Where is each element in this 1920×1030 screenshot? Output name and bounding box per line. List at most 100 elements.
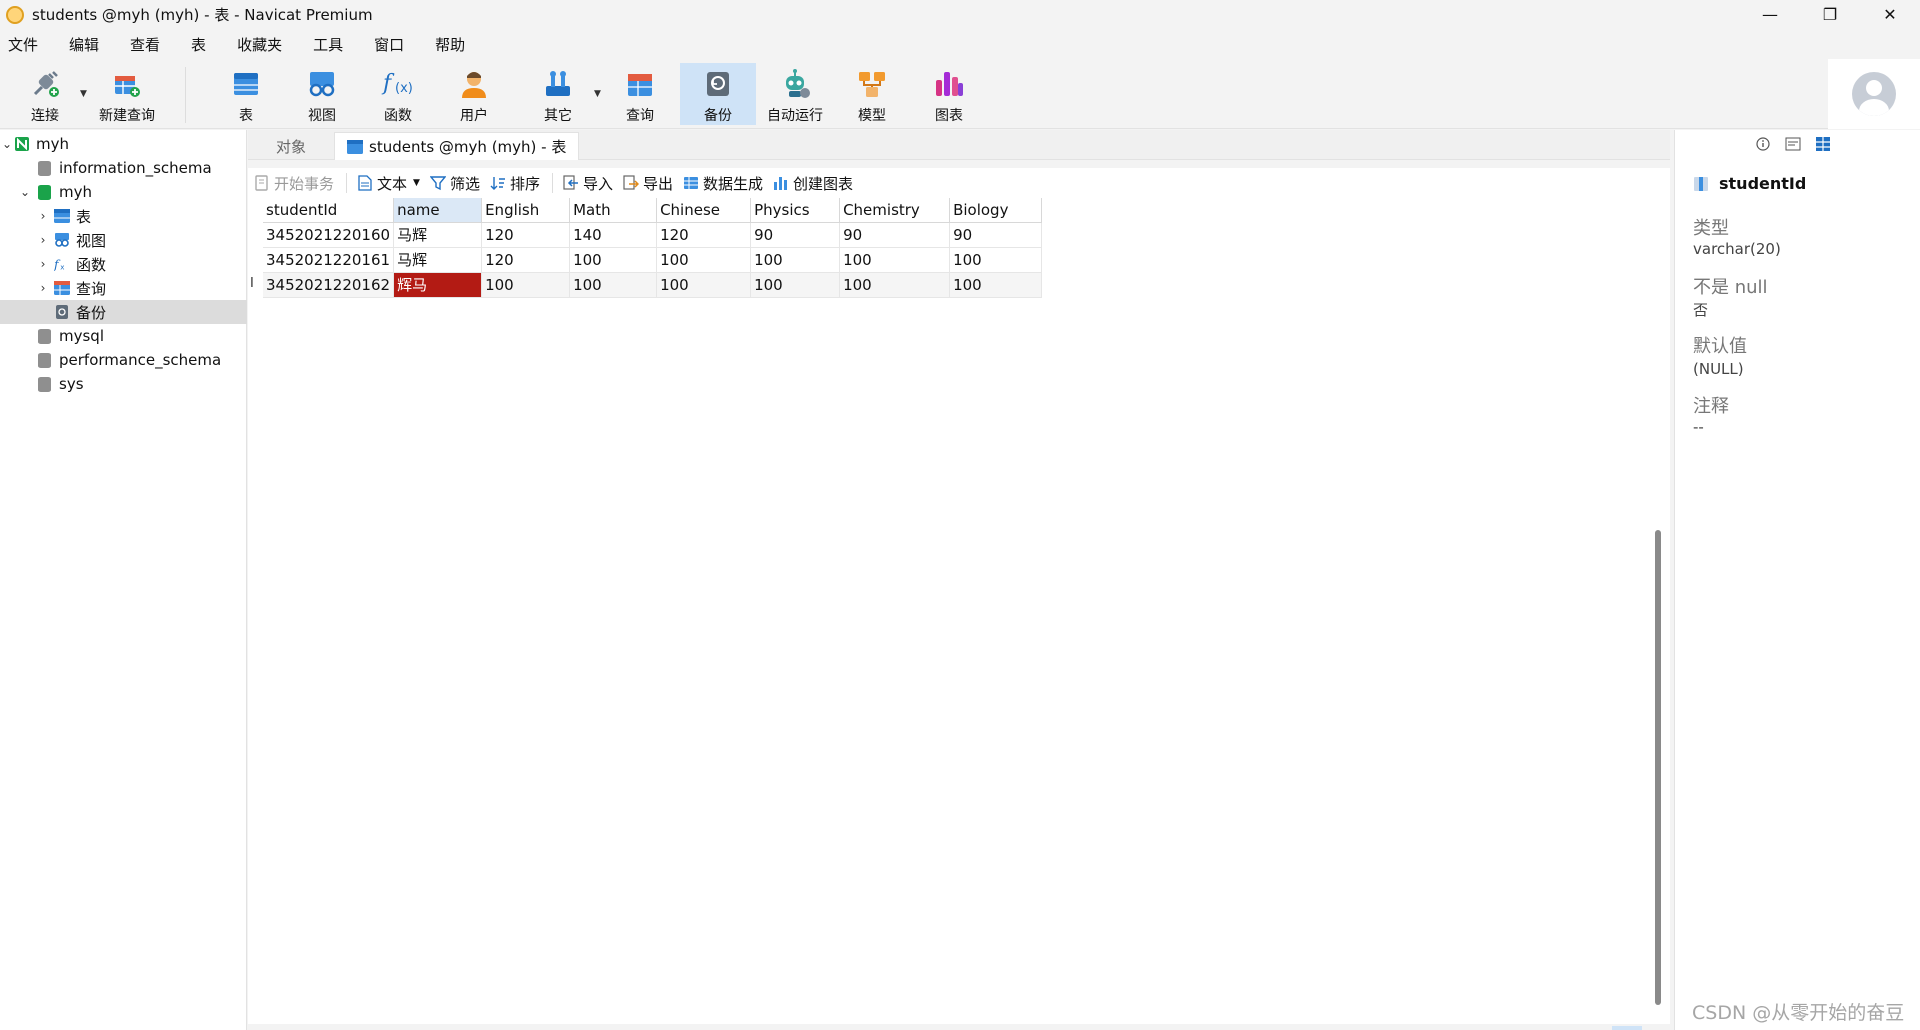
data-generation-label: 数据生成 bbox=[703, 174, 764, 193]
cell-english[interactable]: 120 bbox=[481, 247, 571, 273]
user-button[interactable]: 用户 bbox=[452, 63, 496, 125]
table-row[interactable]: 3452021220160 马辉 120 140 120 90 90 90 bbox=[263, 222, 1043, 248]
sort-button[interactable]: 排序 bbox=[490, 173, 540, 194]
cell-chemistry[interactable]: 100 bbox=[839, 247, 951, 273]
inspector-tabs bbox=[1755, 136, 1831, 152]
column-header-physics[interactable]: Physics bbox=[750, 198, 841, 223]
chevron-down-icon[interactable]: ⌄ bbox=[0, 137, 14, 151]
cell-chinese[interactable]: 120 bbox=[656, 222, 752, 248]
cell-name[interactable]: 马辉 bbox=[393, 222, 483, 248]
tree-node-functions[interactable]: › fx 函数 bbox=[0, 252, 247, 276]
column-header-studentid[interactable]: studentId bbox=[263, 198, 395, 223]
chevron-down-icon[interactable]: ⌄ bbox=[18, 185, 32, 199]
table-button[interactable]: 表 bbox=[224, 63, 268, 125]
menu-favorites[interactable]: 收藏夹 bbox=[229, 34, 297, 55]
cell-physics[interactable]: 90 bbox=[750, 222, 841, 248]
cell-name-editing[interactable]: 辉马 bbox=[393, 272, 483, 298]
export-button[interactable]: 导出 bbox=[623, 173, 673, 194]
menu-edit[interactable]: 编辑 bbox=[61, 34, 114, 55]
import-label: 导入 bbox=[582, 174, 613, 193]
model-button[interactable]: 模型 bbox=[850, 63, 894, 125]
tab-students-table[interactable]: students @myh (myh) - 表 bbox=[334, 132, 580, 160]
menu-window[interactable]: 窗口 bbox=[366, 34, 419, 55]
menu-table[interactable]: 表 bbox=[183, 34, 221, 55]
column-header-chemistry[interactable]: Chemistry bbox=[839, 198, 951, 223]
tree-db-performance-schema[interactable]: performance_schema bbox=[0, 348, 247, 372]
cell-studentid[interactable]: 3452021220160 bbox=[263, 222, 395, 248]
cell-biology[interactable]: 100 bbox=[949, 272, 1043, 298]
function-button[interactable]: f (x) 函数 bbox=[376, 63, 420, 125]
cell-chemistry[interactable]: 90 bbox=[839, 222, 951, 248]
connect-dropdown-icon[interactable]: ▼ bbox=[80, 89, 87, 99]
cell-studentid[interactable]: 3452021220162 bbox=[263, 272, 395, 298]
user-avatar[interactable] bbox=[1828, 59, 1920, 129]
minimize-button[interactable]: — bbox=[1740, 0, 1800, 29]
column-header-english[interactable]: English bbox=[481, 198, 571, 223]
new-query-button[interactable]: 新建查询 bbox=[94, 63, 160, 125]
vertical-scrollbar[interactable] bbox=[1655, 530, 1661, 1005]
other-button[interactable]: 其它 bbox=[536, 63, 580, 125]
query-button[interactable]: 查询 bbox=[618, 63, 662, 125]
cell-studentid[interactable]: 3452021220161 bbox=[263, 247, 395, 273]
cell-biology[interactable]: 90 bbox=[949, 222, 1043, 248]
tree-node-tables[interactable]: › 表 bbox=[0, 204, 247, 228]
chevron-right-icon[interactable]: › bbox=[36, 281, 50, 295]
import-button[interactable]: 导入 bbox=[563, 173, 613, 194]
filter-button[interactable]: 筛选 bbox=[429, 173, 480, 194]
backup-button[interactable]: 备份 bbox=[680, 63, 756, 125]
other-dropdown-icon[interactable]: ▼ bbox=[594, 89, 601, 99]
cell-name[interactable]: 马辉 bbox=[393, 247, 483, 273]
ddl-icon[interactable] bbox=[1785, 136, 1801, 152]
caret-down-icon[interactable]: ▼ bbox=[413, 178, 420, 188]
cell-chemistry[interactable]: 100 bbox=[839, 272, 951, 298]
close-button[interactable]: ✕ bbox=[1860, 0, 1920, 29]
begin-transaction-button[interactable]: 开始事务 bbox=[254, 173, 334, 194]
chevron-right-icon[interactable]: › bbox=[36, 257, 50, 271]
tab-objects[interactable]: 对象 bbox=[264, 132, 318, 160]
column-header-biology[interactable]: Biology bbox=[949, 198, 1043, 223]
cell-physics[interactable]: 100 bbox=[750, 247, 841, 273]
horizontal-scrollbar[interactable] bbox=[1612, 1026, 1642, 1030]
menu-view[interactable]: 查看 bbox=[122, 34, 175, 55]
column-header-name[interactable]: name bbox=[393, 198, 483, 223]
connect-button[interactable]: 连接 bbox=[22, 63, 68, 125]
cell-english[interactable]: 100 bbox=[481, 272, 571, 298]
chevron-right-icon[interactable]: › bbox=[36, 209, 50, 223]
info-icon[interactable] bbox=[1755, 136, 1771, 152]
menu-file[interactable]: 文件 bbox=[0, 34, 53, 55]
tree-node-views[interactable]: › 视图 bbox=[0, 228, 247, 252]
chevron-right-icon[interactable]: › bbox=[36, 233, 50, 247]
table-row-current[interactable]: 3452021220162 辉马 100 100 100 100 100 100 bbox=[263, 272, 1043, 298]
cell-math[interactable]: 100 bbox=[569, 247, 658, 273]
menu-tools[interactable]: 工具 bbox=[305, 34, 358, 55]
field-grid-icon[interactable] bbox=[1815, 136, 1831, 152]
field-name-text: studentId bbox=[1719, 174, 1807, 193]
cell-biology[interactable]: 100 bbox=[949, 247, 1043, 273]
menu-help[interactable]: 帮助 bbox=[427, 34, 480, 55]
data-generation-button[interactable]: 数据生成 bbox=[683, 173, 763, 194]
chart-button[interactable]: 图表 bbox=[927, 63, 971, 125]
view-button[interactable]: 视图 bbox=[300, 63, 344, 125]
column-header-math[interactable]: Math bbox=[569, 198, 658, 223]
tree-db-sys[interactable]: sys bbox=[0, 372, 247, 396]
tree-db-mysql[interactable]: mysql bbox=[0, 324, 247, 348]
column-header-chinese[interactable]: Chinese bbox=[656, 198, 752, 223]
tree-db-information-schema[interactable]: information_schema bbox=[0, 156, 247, 180]
cell-physics[interactable]: 100 bbox=[750, 272, 841, 298]
text-view-button[interactable]: 文本 ▼ bbox=[357, 173, 420, 194]
cell-chinese[interactable]: 100 bbox=[656, 247, 752, 273]
view-glasses-icon bbox=[54, 233, 70, 247]
grid-toolbar: 开始事务 文本 ▼ 筛选 排序 导入 导出 数据生成 创建图表 bbox=[248, 168, 1670, 198]
create-chart-button[interactable]: 创建图表 bbox=[773, 173, 853, 194]
tree-node-queries[interactable]: › 查询 bbox=[0, 276, 247, 300]
cell-english[interactable]: 120 bbox=[481, 222, 571, 248]
restore-button[interactable]: ❐ bbox=[1800, 0, 1860, 29]
tree-node-backups[interactable]: 备份 bbox=[0, 300, 247, 324]
automation-button[interactable]: 自动运行 bbox=[762, 63, 828, 125]
tree-connection-myh[interactable]: ⌄ myh bbox=[0, 132, 247, 156]
cell-chinese[interactable]: 100 bbox=[656, 272, 752, 298]
cell-math[interactable]: 100 bbox=[569, 272, 658, 298]
table-row[interactable]: 3452021220161 马辉 120 100 100 100 100 100 bbox=[263, 247, 1043, 273]
tree-db-myh[interactable]: ⌄ myh bbox=[0, 180, 247, 204]
cell-math[interactable]: 140 bbox=[569, 222, 658, 248]
